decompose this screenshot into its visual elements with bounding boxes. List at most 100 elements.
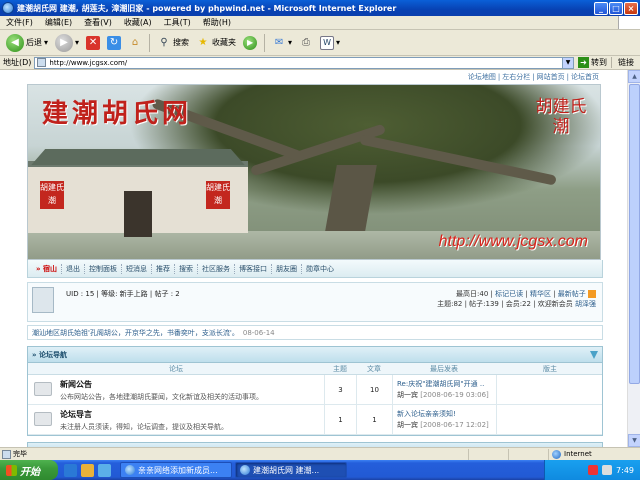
chevron-down-icon[interactable]: ▾	[75, 38, 79, 47]
menu-tools[interactable]: 工具(T)	[158, 17, 197, 28]
mail-button[interactable]: ✉ ▾	[270, 32, 294, 54]
last-post-date: [2008-06-17 12:02]	[420, 421, 489, 429]
link-split-view[interactable]: 左右分栏	[500, 73, 532, 81]
forward-button[interactable]: ▶ ▾	[53, 32, 81, 54]
minimize-button[interactable]: _	[594, 1, 608, 15]
taskbar-item-label: 亲亲网络添加新成员...	[138, 465, 218, 475]
back-label: 后退	[26, 38, 42, 47]
nav-control-panel[interactable]: 控制面板	[85, 263, 122, 274]
desktop-quicklaunch-icon[interactable]	[98, 463, 111, 477]
clock: 7:49	[616, 465, 634, 475]
link-forum-home[interactable]: 论坛首页	[569, 73, 601, 81]
new-member-link[interactable]: 胡泽强	[575, 300, 596, 308]
mark-read-link[interactable]: 标记已读	[495, 290, 523, 298]
latest-posts-link[interactable]: 最新帖子	[558, 290, 586, 298]
avatar[interactable]	[32, 287, 54, 313]
nav-medals[interactable]: 勋章中心	[302, 264, 338, 274]
scroll-up-button[interactable]: ▲	[628, 70, 640, 83]
nav-logout[interactable]: 退出	[62, 263, 85, 274]
forum-desc: 公布网站公告，各地建潮胡氏要闻，文化新谊及相关的活动事项。	[60, 393, 263, 401]
taskbar-item[interactable]: 亲亲网络添加新成员...	[120, 462, 232, 478]
system-tray: 7:49	[544, 460, 640, 480]
chevron-down-icon[interactable]: ▾	[336, 38, 340, 47]
printer-icon: ⎙	[302, 37, 311, 48]
page-icon	[37, 58, 47, 67]
star-icon: ★	[198, 37, 208, 48]
menu-bar: 文件(F) 编辑(E) 查看(V) 收藏(A) 工具(T) 帮助(H)	[0, 16, 640, 30]
digest-link[interactable]: 精华区	[530, 290, 551, 298]
nav-home[interactable]: » 宿山	[32, 263, 62, 274]
col-forum: 论坛	[169, 365, 183, 373]
forum-row: 新闻公告 公布网站公告，各地建潮胡氏要闻，文化新谊及相关的活动事项。 3 10 …	[28, 375, 602, 405]
chevron-down-icon[interactable]: ▾	[288, 38, 292, 47]
menu-view[interactable]: 查看(V)	[78, 17, 118, 28]
rss-icon[interactable]	[588, 290, 596, 298]
tray-icon[interactable]	[588, 465, 599, 475]
forum-folder-icon	[34, 412, 52, 426]
nav-friends[interactable]: 朋友圈	[272, 263, 302, 274]
internet-explorer-icon	[2, 2, 14, 14]
last-post-user[interactable]: 胡一宾	[397, 421, 418, 429]
status-cell	[508, 448, 548, 460]
maximize-button[interactable]: □	[609, 1, 623, 15]
menu-edit[interactable]: 编辑(E)	[39, 17, 78, 28]
edit-button[interactable]: W ▾	[318, 32, 342, 54]
taskbar-item-active[interactable]: 建潮胡氏网 建潮...	[235, 462, 347, 478]
link-site-home[interactable]: 网站首页	[535, 73, 567, 81]
user-info: UID : 15 | 等级: 新手上路 | 帖子 : 2	[66, 290, 180, 298]
print-button[interactable]: ⎙	[297, 32, 315, 54]
ancestral-hall: 胡建氏潮 胡建氏潮	[28, 149, 248, 237]
go-button[interactable]: ➜ 转到	[574, 57, 611, 68]
home-button[interactable]: ⌂	[126, 32, 144, 54]
last-post-title[interactable]: Re:庆祝"建潮胡氏网"开通 ..	[397, 379, 494, 390]
link-forum-map[interactable]: 论坛地图	[466, 73, 498, 81]
menu-help[interactable]: 帮助(H)	[197, 17, 237, 28]
site-banner: 胡建氏潮 胡建氏潮 建潮胡氏网 胡建氏潮 http://www.jcgsx.co…	[27, 84, 601, 260]
moderator-cell	[496, 405, 604, 435]
go-arrow-icon: ➜	[578, 57, 589, 68]
nav-recommend[interactable]: 推荐	[152, 263, 175, 274]
media-icon: ▶	[243, 35, 258, 50]
links-button[interactable]: 链接	[611, 57, 640, 68]
collapse-icon[interactable]	[590, 351, 598, 359]
banner-title: 建潮胡氏网	[42, 99, 193, 129]
chevron-down-icon[interactable]: ▾	[44, 38, 48, 47]
toolbar-separator	[149, 33, 151, 52]
address-input[interactable]: http://www.jcgsx.com/ ▼	[34, 56, 574, 69]
forum-row: 论坛导言 未注册人员须读，得知，论坛调查，提议及相关导航。 1 1 新入论坛亲亲…	[28, 405, 602, 435]
vertical-scrollbar[interactable]: ▲ ▼	[627, 70, 640, 447]
back-button[interactable]: ◀ 后退 ▾	[4, 32, 50, 54]
nav-community[interactable]: 社区服务	[198, 263, 235, 274]
search-button[interactable]: ⚲ 搜索	[155, 32, 191, 54]
stop-button[interactable]: ✕	[84, 32, 102, 54]
windows-flag-icon	[6, 464, 17, 476]
favorites-button[interactable]: ★ 收藏夹	[194, 32, 238, 54]
scroll-thumb[interactable]	[629, 84, 640, 384]
media-quicklaunch-icon[interactable]	[81, 463, 94, 477]
section-title-label[interactable]: » 论坛导航	[32, 351, 67, 359]
last-post-title[interactable]: 新入论坛亲亲须知!	[397, 409, 494, 420]
last-post-user[interactable]: 胡一宾	[397, 391, 418, 399]
nav-messages[interactable]: 短消息	[122, 263, 152, 274]
volume-icon[interactable]	[602, 465, 613, 475]
nav-search[interactable]: 搜索	[175, 263, 198, 274]
address-dropdown-button[interactable]: ▼	[562, 57, 573, 68]
banner-url: http://www.jcgsx.com	[438, 233, 588, 250]
menu-favorites[interactable]: 收藏(A)	[118, 17, 158, 28]
forum-name[interactable]: 论坛导言	[60, 409, 324, 420]
close-button[interactable]: ×	[624, 1, 638, 15]
media-button[interactable]: ▶	[241, 32, 259, 54]
scroll-down-button[interactable]: ▼	[628, 434, 640, 447]
nav-blog[interactable]: 博客接口	[235, 263, 272, 274]
page-done-icon	[2, 449, 11, 459]
status-text: 完毕	[13, 450, 27, 458]
status-bar: 完毕 Internet	[0, 447, 640, 460]
menu-file[interactable]: 文件(F)	[0, 17, 39, 28]
forum-name[interactable]: 新闻公告	[60, 379, 324, 390]
start-button[interactable]: 开始	[0, 460, 58, 480]
refresh-button[interactable]: ↻	[105, 32, 123, 54]
announcement-text[interactable]: 潮汕地区胡氏始祖'孔阁胡公，开京华之先，书番奕叶，支派长流'。	[32, 329, 239, 337]
col-moderator: 版主	[543, 365, 557, 373]
ie-quicklaunch-icon[interactable]	[64, 463, 77, 477]
nav-home-label: 宿山	[42, 264, 57, 273]
